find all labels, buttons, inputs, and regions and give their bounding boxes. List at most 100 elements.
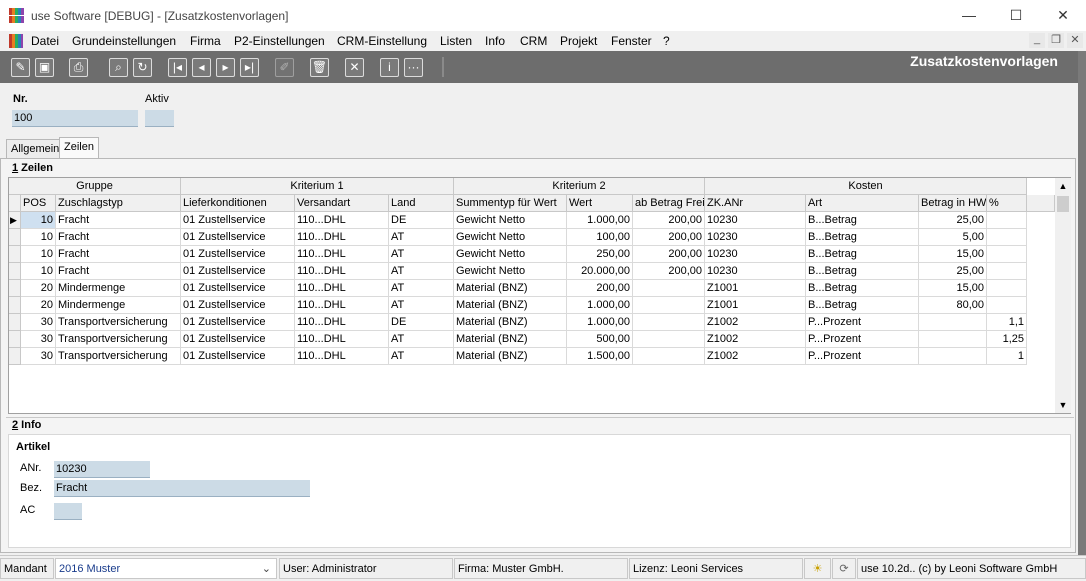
table-cell[interactable]: 5,00 bbox=[919, 229, 987, 246]
table-cell[interactable]: 1.000,00 bbox=[567, 297, 633, 314]
table-cell[interactable] bbox=[633, 314, 705, 331]
table-cell[interactable]: 01 Zustellservice bbox=[181, 331, 295, 348]
menu-datei[interactable]: Datei bbox=[31, 34, 59, 48]
table-cell[interactable]: 01 Zustellservice bbox=[181, 297, 295, 314]
table-cell[interactable]: 25,00 bbox=[919, 263, 987, 280]
table-cell[interactable]: 10230 bbox=[705, 229, 806, 246]
mdi-restore-icon[interactable]: ❐ bbox=[1048, 33, 1064, 48]
first-record-icon[interactable]: |◂ bbox=[168, 58, 187, 77]
table-cell[interactable]: 110...DHL bbox=[295, 280, 389, 297]
table-cell[interactable]: 1.000,00 bbox=[567, 212, 633, 229]
close-button[interactable]: ✕ bbox=[1040, 0, 1086, 31]
last-record-icon[interactable]: ▸| bbox=[240, 58, 259, 77]
table-cell[interactable]: 25,00 bbox=[919, 212, 987, 229]
table-cell[interactable]: AT bbox=[389, 280, 454, 297]
table-cell[interactable]: AT bbox=[389, 348, 454, 365]
table-cell[interactable] bbox=[633, 297, 705, 314]
table-cell[interactable]: 200,00 bbox=[633, 212, 705, 229]
table-cell[interactable]: 110...DHL bbox=[295, 348, 389, 365]
table-cell[interactable]: B...Betrag bbox=[806, 263, 919, 280]
tab-allgemein[interactable]: Allgemein bbox=[6, 139, 65, 158]
table-cell[interactable]: 20.000,00 bbox=[567, 263, 633, 280]
table-cell[interactable]: Material (BNZ) bbox=[454, 348, 567, 365]
table-cell[interactable]: Mindermenge bbox=[56, 297, 181, 314]
maximize-button[interactable]: ☐ bbox=[993, 0, 1039, 31]
chevron-down-icon[interactable]: ⌄ bbox=[262, 559, 271, 578]
table-cell[interactable]: 110...DHL bbox=[295, 212, 389, 229]
table-cell[interactable]: AT bbox=[389, 263, 454, 280]
table-cell[interactable]: 1 bbox=[987, 348, 1027, 365]
menu-projekt[interactable]: Projekt bbox=[560, 34, 597, 48]
table-cell[interactable]: Transportversicherung bbox=[56, 314, 181, 331]
table-cell[interactable]: 10 bbox=[21, 263, 56, 280]
table-cell[interactable]: Material (BNZ) bbox=[454, 314, 567, 331]
table-cell[interactable] bbox=[987, 246, 1027, 263]
table-cell[interactable]: 01 Zustellservice bbox=[181, 280, 295, 297]
menu-help[interactable]: ? bbox=[663, 34, 670, 48]
table-cell[interactable]: 20 bbox=[21, 297, 56, 314]
table-cell[interactable]: Z1002 bbox=[705, 331, 806, 348]
table-cell[interactable]: Gewicht Netto bbox=[454, 246, 567, 263]
table-cell[interactable]: AT bbox=[389, 331, 454, 348]
table-cell[interactable]: Gewicht Netto bbox=[454, 263, 567, 280]
next-record-icon[interactable]: ▸ bbox=[216, 58, 235, 77]
table-cell[interactable]: 1,1 bbox=[987, 314, 1027, 331]
tab-zeilen[interactable]: Zeilen bbox=[59, 137, 99, 159]
table-cell[interactable]: 1.000,00 bbox=[567, 314, 633, 331]
table-cell[interactable]: P...Prozent bbox=[806, 348, 919, 365]
table-cell[interactable]: Z1002 bbox=[705, 348, 806, 365]
search-icon[interactable]: ⌕ bbox=[109, 58, 128, 77]
anr-field[interactable]: 10230 bbox=[54, 461, 150, 478]
menu-p2-einstellungen[interactable]: P2-Einstellungen bbox=[234, 34, 325, 48]
table-cell[interactable]: Z1001 bbox=[705, 297, 806, 314]
menu-fenster[interactable]: Fenster bbox=[611, 34, 652, 48]
bez-field[interactable]: Fracht bbox=[54, 480, 310, 497]
print-icon[interactable]: ⎙ bbox=[69, 58, 88, 77]
table-cell[interactable]: Z1002 bbox=[705, 314, 806, 331]
table-cell[interactable]: Material (BNZ) bbox=[454, 331, 567, 348]
scroll-up-icon[interactable]: ▲ bbox=[1055, 178, 1071, 194]
table-cell[interactable]: B...Betrag bbox=[806, 229, 919, 246]
table-cell[interactable]: Gewicht Netto bbox=[454, 229, 567, 246]
table-cell[interactable]: AT bbox=[389, 297, 454, 314]
table-cell[interactable] bbox=[919, 314, 987, 331]
table-cell[interactable]: 1,25 bbox=[987, 331, 1027, 348]
table-cell[interactable]: 200,00 bbox=[633, 246, 705, 263]
table-cell[interactable]: 1.500,00 bbox=[567, 348, 633, 365]
vertical-scrollbar[interactable]: ▲ ▼ bbox=[1055, 178, 1071, 413]
table-cell[interactable] bbox=[633, 331, 705, 348]
table-cell[interactable]: 01 Zustellservice bbox=[181, 229, 295, 246]
ac-field[interactable] bbox=[54, 503, 82, 520]
table-cell[interactable]: 200,00 bbox=[633, 229, 705, 246]
table-cell[interactable]: 10 bbox=[21, 229, 56, 246]
table-cell[interactable]: AT bbox=[389, 246, 454, 263]
mdi-minimize-icon[interactable]: _ bbox=[1029, 33, 1045, 48]
refresh-icon[interactable]: ↻ bbox=[133, 58, 152, 77]
table-cell[interactable]: 10 bbox=[21, 212, 56, 229]
table-cell[interactable]: Transportversicherung bbox=[56, 348, 181, 365]
previous-record-icon[interactable]: ◂ bbox=[192, 58, 211, 77]
table-cell[interactable]: 200,00 bbox=[567, 280, 633, 297]
table-cell[interactable]: 110...DHL bbox=[295, 229, 389, 246]
table-cell[interactable]: Mindermenge bbox=[56, 280, 181, 297]
table-cell[interactable]: B...Betrag bbox=[806, 280, 919, 297]
info-icon[interactable]: i bbox=[380, 58, 399, 77]
menu-info[interactable]: Info bbox=[485, 34, 505, 48]
table-cell[interactable]: Fracht bbox=[56, 263, 181, 280]
table-cell[interactable]: 110...DHL bbox=[295, 331, 389, 348]
table-cell[interactable]: 10230 bbox=[705, 263, 806, 280]
more-icon[interactable]: ··· bbox=[404, 58, 423, 77]
table-cell[interactable] bbox=[919, 348, 987, 365]
table-cell[interactable] bbox=[919, 331, 987, 348]
table-cell[interactable]: 110...DHL bbox=[295, 314, 389, 331]
table-cell[interactable] bbox=[987, 280, 1027, 297]
table-cell[interactable]: P...Prozent bbox=[806, 331, 919, 348]
table-cell[interactable]: 15,00 bbox=[919, 280, 987, 297]
table-cell[interactable]: Fracht bbox=[56, 246, 181, 263]
table-cell[interactable]: 10230 bbox=[705, 212, 806, 229]
table-cell[interactable]: Fracht bbox=[56, 212, 181, 229]
network-icon[interactable]: ⟳ bbox=[832, 558, 856, 579]
scroll-down-icon[interactable]: ▼ bbox=[1055, 397, 1071, 413]
nr-field[interactable]: 100 bbox=[12, 110, 138, 127]
table-cell[interactable]: B...Betrag bbox=[806, 246, 919, 263]
